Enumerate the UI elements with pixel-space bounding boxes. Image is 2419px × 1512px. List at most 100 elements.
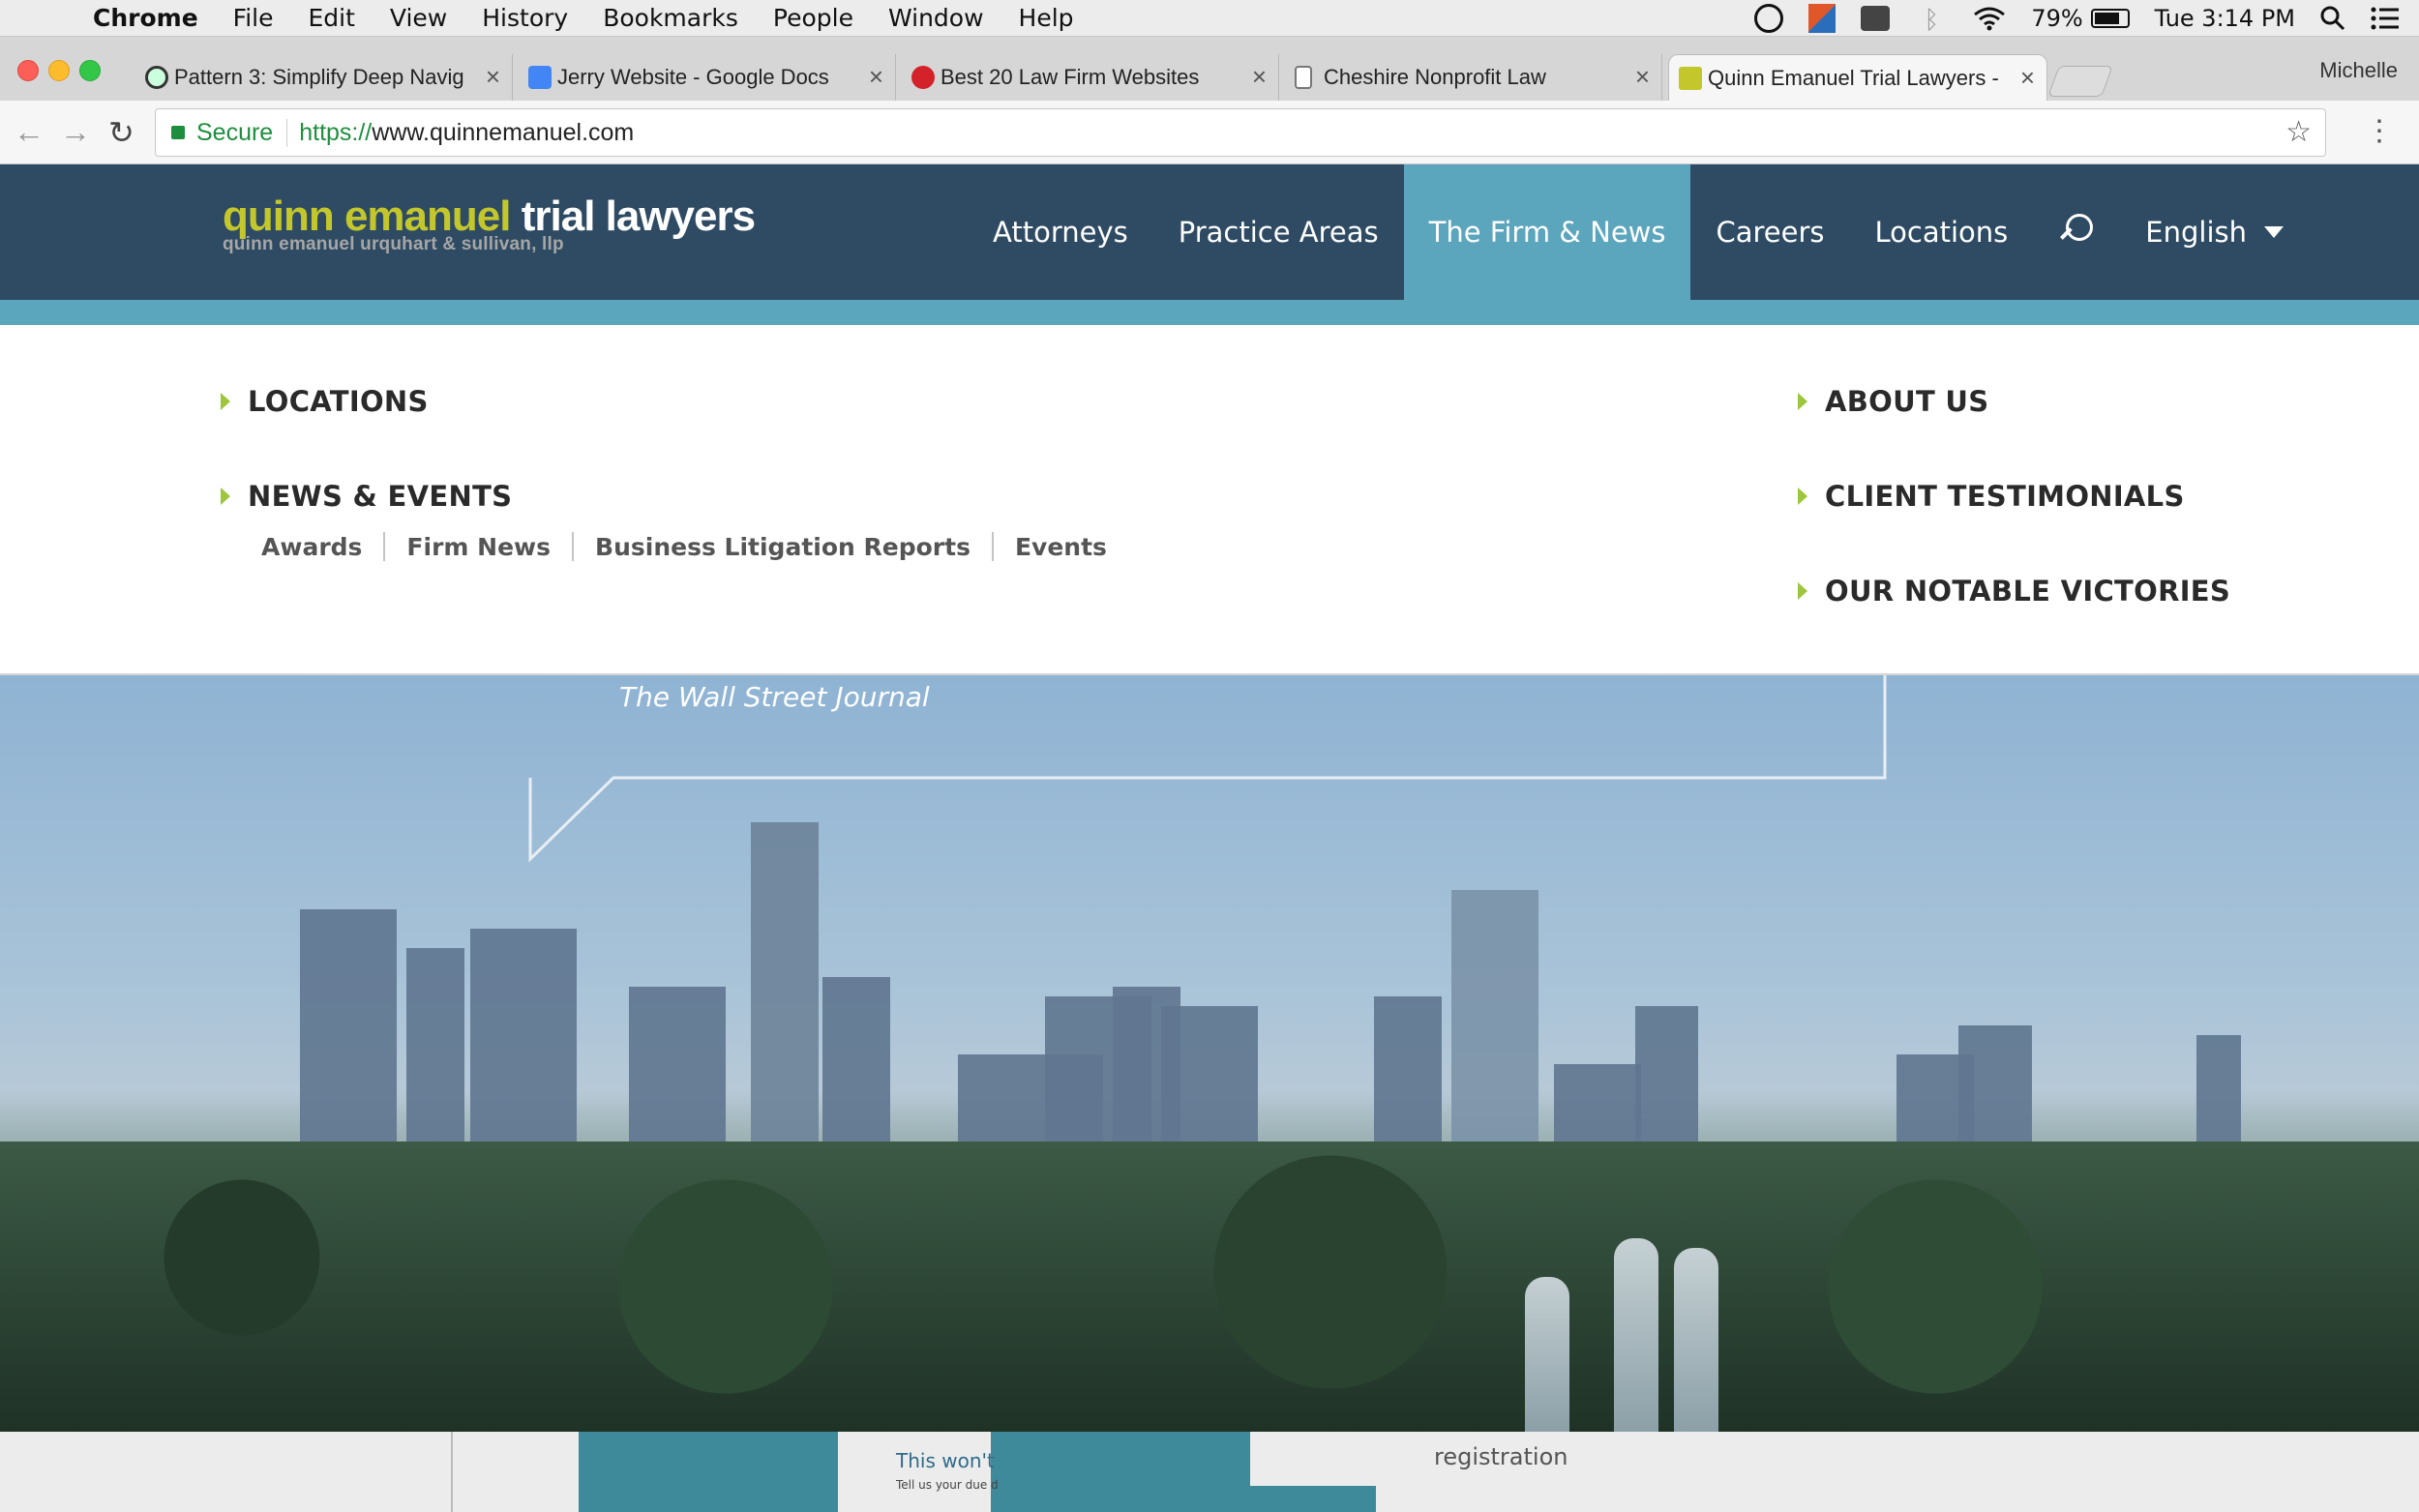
menu-file[interactable]: File — [233, 4, 274, 32]
menu-edit[interactable]: Edit — [309, 4, 355, 32]
qe-favicon-icon — [1679, 67, 1702, 90]
menu-window[interactable]: Window — [888, 4, 984, 32]
office-icon[interactable] — [1808, 4, 1837, 33]
bluetooth-icon[interactable]: ᛒ — [1915, 6, 1948, 35]
google-docs-icon — [528, 66, 552, 89]
minimize-window-button[interactable] — [48, 60, 70, 81]
tree-line — [0, 1141, 2419, 1432]
menu-link-notable-victories[interactable]: OUR NOTABLE VICTORIES — [1798, 575, 2230, 608]
site-header: quinn emanuel trial lawyers quinn emanue… — [0, 164, 2419, 300]
chrome-menu-icon[interactable]: ⋮ — [2365, 114, 2394, 148]
url-scheme: https:// — [299, 118, 373, 146]
firm-news-mega-menu: LOCATIONS NEWS & EVENTS Awards Firm News… — [0, 325, 2419, 675]
divider — [572, 532, 575, 561]
tab-best-law-firm-websites[interactable]: Best 20 Law Firm Websites × — [902, 54, 1279, 101]
divider — [383, 532, 386, 561]
quote-source: The Wall Street Journal — [619, 681, 930, 713]
notification-center-icon[interactable] — [2371, 7, 2400, 30]
language-label: English — [2145, 216, 2247, 249]
triangle-bullet-icon — [1798, 582, 1807, 600]
logo-wordmark: quinn emanuel trial lawyers — [223, 193, 756, 240]
page-icon — [1295, 66, 1312, 89]
close-tab-icon[interactable]: × — [1252, 62, 1267, 92]
menu-bookmarks[interactable]: Bookmarks — [603, 4, 738, 32]
battery-status[interactable]: 79% — [2031, 5, 2130, 32]
menu-app-chrome[interactable]: Chrome — [93, 4, 198, 32]
nav-careers[interactable]: Careers — [1690, 164, 1849, 300]
language-selector[interactable]: English — [2120, 216, 2309, 249]
logo-part-1: quinn emanuel — [223, 193, 511, 240]
sublink-events[interactable]: Events — [1015, 533, 1107, 561]
bookmark-star-icon[interactable]: ☆ — [2285, 115, 2312, 149]
profile-name[interactable]: Michelle — [2319, 58, 2398, 83]
clock[interactable]: Tue 3:14 PM — [2155, 5, 2295, 32]
website-viewport: quinn emanuel trial lawyers quinn emanue… — [0, 164, 2419, 1432]
tab-pattern-3[interactable]: Pattern 3: Simplify Deep Navig × — [135, 54, 513, 101]
menu-link-locations[interactable]: LOCATIONS — [221, 385, 429, 418]
nav-practice-areas[interactable]: Practice Areas — [1153, 164, 1404, 300]
menu-help[interactable]: Help — [1019, 4, 1074, 32]
triangle-bullet-icon — [1798, 488, 1807, 505]
menu-link-about-us[interactable]: ABOUT US — [1798, 385, 1988, 418]
main-nav: Attorneys Practice Areas The Firm & News… — [968, 164, 2309, 300]
new-tab-button[interactable] — [2047, 66, 2113, 97]
fountain-jet — [1525, 1277, 1569, 1432]
tab-quinn-emanuel[interactable]: Quinn Emanuel Trial Lawyers - × — [1668, 54, 2047, 101]
skyline-building — [1451, 890, 1538, 1171]
battery-icon — [2090, 9, 2130, 28]
close-tab-icon[interactable]: × — [1635, 62, 1650, 92]
drive-icon[interactable] — [1861, 6, 1891, 31]
menu-view[interactable]: View — [390, 4, 447, 32]
tab-jerry-website[interactable]: Jerry Website - Google Docs × — [519, 54, 896, 101]
fountain-jet — [1614, 1238, 1658, 1432]
background-registration-text: registration — [1434, 1443, 1568, 1470]
close-tab-icon[interactable]: × — [2020, 63, 2035, 93]
skyline-building — [406, 948, 464, 1171]
menu-link-label: LOCATIONS — [248, 385, 429, 418]
divider — [451, 1432, 453, 1512]
sublink-awards[interactable]: Awards — [261, 533, 362, 561]
close-tab-icon[interactable]: × — [869, 62, 883, 92]
sublink-business-litigation-reports[interactable]: Business Litigation Reports — [595, 533, 971, 561]
nav-the-firm-and-news[interactable]: The Firm & News — [1403, 164, 1691, 300]
triangle-bullet-icon — [221, 393, 230, 410]
spotlight-icon[interactable] — [2320, 6, 2345, 31]
sublink-firm-news[interactable]: Firm News — [406, 533, 551, 561]
lock-icon[interactable] — [171, 126, 185, 139]
divider — [991, 532, 994, 561]
back-arrow-icon[interactable]: ← — [14, 114, 45, 150]
reload-icon[interactable]: ↻ — [108, 114, 134, 151]
fountain-jet — [1674, 1248, 1718, 1432]
quinn-emanuel-logo[interactable]: quinn emanuel trial lawyers quinn emanue… — [223, 193, 756, 255]
menu-history[interactable]: History — [482, 4, 568, 32]
tab-title: Best 20 Law Firm Websites — [941, 65, 1200, 89]
creative-cloud-icon[interactable] — [1754, 4, 1784, 33]
skyline-building — [751, 822, 819, 1171]
thumbnail-panel — [579, 1432, 838, 1512]
wifi-icon[interactable] — [1973, 6, 2006, 31]
menu-link-label: NEWS & EVENTS — [248, 480, 513, 513]
background-window-strip: This won't Tell us your due d registrati… — [0, 1432, 2419, 1512]
menu-link-client-testimonials[interactable]: CLIENT TESTIMONIALS — [1798, 480, 2185, 513]
menu-link-label: CLIENT TESTIMONIALS — [1825, 480, 2185, 513]
tab-title: Cheshire Nonprofit Law — [1324, 65, 1546, 89]
nav-locations[interactable]: Locations — [1850, 164, 2034, 300]
background-subtext: Tell us your due d — [896, 1478, 999, 1492]
nav-attorneys[interactable]: Attorneys — [968, 164, 1153, 300]
battery-percent: 79% — [2031, 5, 2083, 32]
close-tab-icon[interactable]: × — [486, 62, 500, 92]
fullscreen-window-button[interactable] — [79, 60, 101, 81]
tab-cheshire-nonprofit-law[interactable]: Cheshire Nonprofit Law × — [1285, 54, 1662, 101]
tab-title: Pattern 3: Simplify Deep Navig — [174, 65, 464, 89]
address-bar[interactable]: Secure https:// www.quinnemanuel.com ☆ — [155, 108, 2326, 157]
close-window-button[interactable] — [17, 60, 39, 81]
menu-link-label: ABOUT US — [1825, 385, 1989, 418]
menu-people[interactable]: People — [773, 4, 853, 32]
forward-arrow-icon[interactable]: → — [60, 114, 91, 150]
menu-link-news-events[interactable]: NEWS & EVENTS — [221, 480, 512, 513]
secure-label[interactable]: Secure — [196, 118, 288, 147]
chevron-down-icon — [2264, 226, 2284, 238]
search-icon[interactable] — [2058, 214, 2095, 251]
tab-title: Quinn Emanuel Trial Lawyers - — [1708, 65, 1999, 90]
triangle-bullet-icon — [221, 488, 230, 505]
